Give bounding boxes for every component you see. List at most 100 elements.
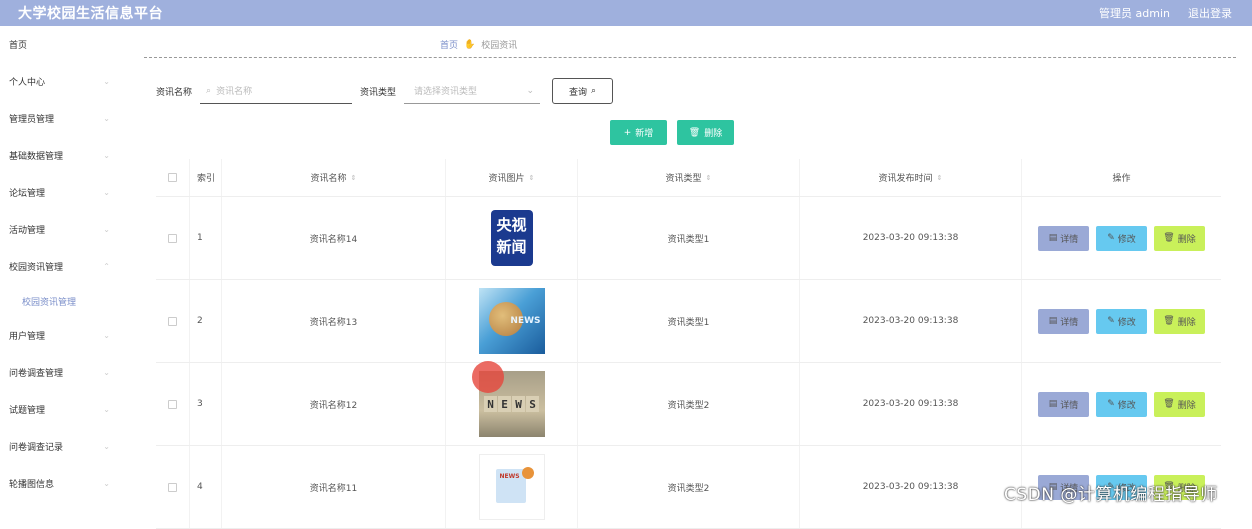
edit-label: 修改 bbox=[1117, 234, 1136, 245]
detail-label: 详情 bbox=[1060, 317, 1079, 328]
sidebar-item-admin-management[interactable]: 管理员管理 ⌄ bbox=[0, 100, 120, 137]
row-checkbox[interactable] bbox=[168, 399, 177, 409]
row-name: 资讯名称14 bbox=[222, 197, 446, 279]
detail-button[interactable]: ▤ 详情 bbox=[1038, 391, 1089, 417]
row-ops: ▤ 详情 ✎ 修改 🗑 删除 bbox=[1022, 197, 1221, 279]
sort-icon: ⇕ bbox=[528, 173, 535, 182]
edit-button[interactable]: ✎ 修改 bbox=[1096, 391, 1147, 417]
sidebar-item-questions[interactable]: 试题管理 ⌄ bbox=[0, 391, 120, 428]
sidebar-item-label: 管理员管理 bbox=[9, 115, 55, 125]
detail-button[interactable]: ▤ 详情 bbox=[1038, 225, 1089, 251]
detail-label: 详情 bbox=[1060, 234, 1079, 245]
row-image-cell: N E W S bbox=[446, 363, 578, 445]
detail-label: 详情 bbox=[1060, 400, 1079, 411]
select-all-cell bbox=[156, 159, 190, 196]
header-image-label: 资讯图片 bbox=[488, 174, 525, 184]
type-select-placeholder: 请选择资讯类型 bbox=[414, 87, 478, 97]
sidebar-item-label: 问卷调查管理 bbox=[9, 369, 64, 379]
row-time: 2023-03-20 09:13:38 bbox=[800, 363, 1022, 445]
breadcrumb-home[interactable]: 首页 bbox=[440, 38, 458, 51]
sidebar-item-users[interactable]: 用户管理 ⌄ bbox=[0, 317, 120, 354]
sidebar-item-survey[interactable]: 问卷调查管理 ⌄ bbox=[0, 354, 120, 391]
batch-delete-button[interactable]: 🗑 删除 bbox=[677, 120, 734, 145]
chevron-down-icon: ⌄ bbox=[103, 368, 110, 377]
edit-label: 修改 bbox=[1117, 317, 1136, 328]
sidebar-item-label: 用户管理 bbox=[9, 332, 46, 342]
sidebar: 首页 个人中心 ⌄ 管理员管理 ⌄ 基础数据管理 ⌄ 论坛管理 ⌄ 活动管理 ⌄ 校园资讯… bbox=[0, 26, 120, 510]
cursor-highlight bbox=[472, 361, 504, 393]
row-image-cell: 央视 新闻 bbox=[446, 197, 578, 279]
delete-label: 删除 bbox=[1177, 234, 1196, 245]
news-word: NEWS bbox=[499, 473, 520, 480]
row-checkbox[interactable] bbox=[168, 316, 177, 326]
header-type[interactable]: 资讯类型 ⇕ bbox=[578, 159, 800, 196]
trash-icon: 🗑 bbox=[1163, 399, 1175, 409]
add-button[interactable]: + 新增 bbox=[610, 120, 667, 145]
pencil-icon: ✎ bbox=[1107, 399, 1115, 409]
row-time: 2023-03-20 09:13:38 bbox=[800, 280, 1022, 362]
tile: N bbox=[484, 396, 497, 412]
row-ops: ▤ 详情 ✎ 修改 🗑 删除 bbox=[1022, 280, 1221, 362]
row-checkbox[interactable] bbox=[168, 482, 177, 492]
search-icon: ⌕ bbox=[591, 86, 597, 96]
breadcrumb-current: 校园资讯 bbox=[481, 41, 518, 51]
row-select-cell bbox=[156, 197, 190, 279]
sidebar-item-campus-news[interactable]: 校园资讯管理 ⌃ bbox=[0, 248, 120, 285]
news-illustration-thumbnail[interactable]: NEWS bbox=[478, 454, 545, 520]
header-name[interactable]: 资讯名称 ⇕ bbox=[222, 159, 446, 196]
pencil-icon: ✎ bbox=[1107, 233, 1115, 243]
sidebar-subitem-campus-news-management[interactable]: 校园资讯管理 bbox=[0, 285, 120, 317]
query-button[interactable]: 查询 ⌕ bbox=[552, 78, 614, 104]
sidebar-item-activity[interactable]: 活动管理 ⌄ bbox=[0, 211, 120, 248]
header-actions: 管理员 admin 退出登录 bbox=[1099, 5, 1232, 21]
tile: S bbox=[526, 396, 539, 412]
document-icon: ▤ bbox=[1048, 316, 1058, 326]
sidebar-item-home[interactable]: 首页 bbox=[0, 26, 120, 63]
cctv-logo: 央视 新闻 bbox=[490, 210, 533, 266]
search-bar: 资讯名称 ⌕ 资讯名称 资讯类型 请选择资讯类型 ⌄ 查询 ⌕ bbox=[156, 78, 614, 104]
row-index: 4 bbox=[190, 446, 222, 528]
news-globe-thumbnail[interactable]: NEWS bbox=[478, 288, 545, 354]
row-checkbox[interactable] bbox=[168, 233, 177, 243]
header-image[interactable]: 资讯图片 ⇕ bbox=[446, 159, 578, 196]
sidebar-item-survey-records[interactable]: 问卷调查记录 ⌄ bbox=[0, 428, 120, 465]
query-button-label: 查询 bbox=[569, 87, 588, 98]
header-time[interactable]: 资讯发布时间 ⇕ bbox=[800, 159, 1022, 196]
chevron-down-icon: ⌄ bbox=[103, 442, 110, 451]
sidebar-item-basic-data[interactable]: 基础数据管理 ⌄ bbox=[0, 137, 120, 174]
pencil-icon: ✎ bbox=[1107, 316, 1115, 326]
sidebar-item-label: 活动管理 bbox=[9, 226, 46, 236]
row-time: 2023-03-20 09:13:38 bbox=[800, 197, 1022, 279]
select-all-checkbox[interactable] bbox=[168, 173, 177, 182]
sidebar-item-personal-center[interactable]: 个人中心 ⌄ bbox=[0, 63, 120, 100]
header-type-label: 资讯类型 bbox=[665, 174, 702, 184]
cctv-news-thumbnail[interactable]: 央视 新闻 bbox=[478, 205, 545, 271]
search-icon: ⌕ bbox=[206, 85, 212, 96]
badge-graphic bbox=[521, 467, 534, 479]
cctv-logo-line2: 新闻 bbox=[496, 238, 527, 256]
logout-link[interactable]: 退出登录 bbox=[1188, 5, 1232, 21]
chevron-down-icon: ⌄ bbox=[103, 479, 110, 488]
table-row: 3 资讯名称12 N E W S 资讯类型2 2023-03-20 09:13:… bbox=[156, 363, 1221, 446]
row-ops: ▤ 详情 ✎ 修改 🗑 删除 bbox=[1022, 363, 1221, 445]
divider bbox=[144, 57, 1236, 58]
delete-button[interactable]: 🗑 删除 bbox=[1154, 391, 1205, 417]
app-title: 大学校园生活信息平台 bbox=[18, 6, 163, 22]
detail-button[interactable]: ▤ 详情 bbox=[1038, 308, 1089, 334]
sidebar-item-label: 问卷调查记录 bbox=[9, 443, 64, 453]
sidebar-item-forum[interactable]: 论坛管理 ⌄ bbox=[0, 174, 120, 211]
type-select[interactable]: 请选择资讯类型 ⌄ bbox=[404, 78, 541, 104]
delete-button[interactable]: 🗑 删除 bbox=[1154, 308, 1205, 334]
edit-button[interactable]: ✎ 修改 bbox=[1096, 225, 1147, 251]
breadcrumb: 首页 ✋ 校园资讯 bbox=[440, 38, 518, 52]
table-row: 2 资讯名称13 NEWS 资讯类型1 2023-03-20 09:13:38 … bbox=[156, 280, 1221, 363]
delete-label: 删除 bbox=[1177, 400, 1196, 411]
delete-button[interactable]: 🗑 删除 bbox=[1154, 225, 1205, 251]
chevron-down-icon: ⌄ bbox=[103, 114, 110, 123]
row-type: 资讯类型2 bbox=[578, 446, 800, 528]
cctv-logo-line1: 央视 bbox=[496, 216, 527, 234]
current-user-label: 管理员 admin bbox=[1099, 7, 1170, 20]
edit-button[interactable]: ✎ 修改 bbox=[1096, 308, 1147, 334]
name-search-input[interactable]: ⌕ 资讯名称 bbox=[200, 78, 353, 104]
sidebar-item-carousel[interactable]: 轮播图信息 ⌄ bbox=[0, 465, 120, 502]
